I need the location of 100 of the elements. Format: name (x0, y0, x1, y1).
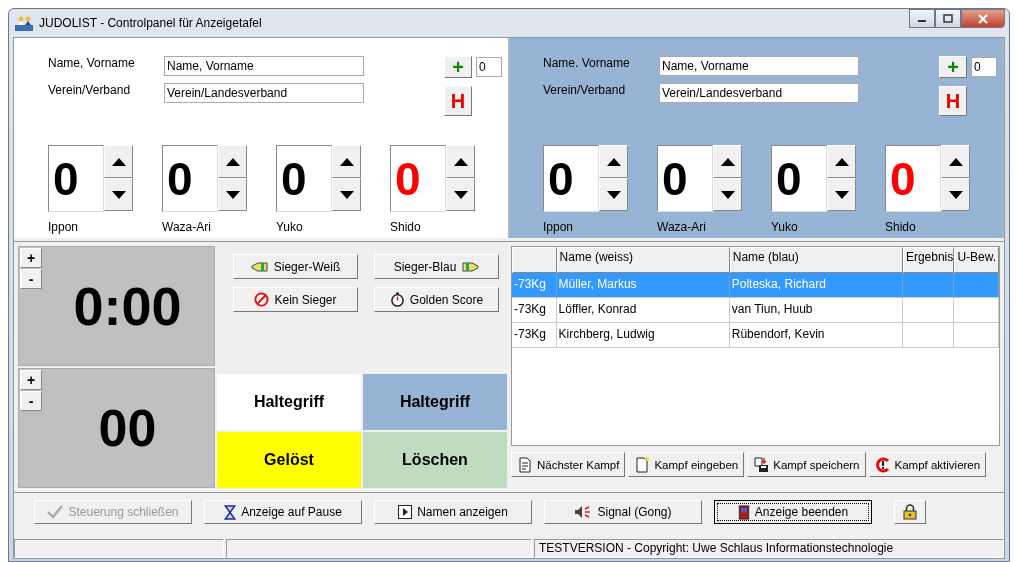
down-arrow-icon (606, 190, 621, 199)
hansoku-button[interactable]: H (444, 86, 472, 116)
decision-button[interactable]: Sieger-Weiß (233, 254, 358, 279)
counter-field[interactable]: 0 (476, 57, 502, 77)
hold-button[interactable]: Löschen (363, 432, 507, 488)
up-arrow-icon (720, 157, 735, 166)
column-header[interactable]: U-Bew. (954, 247, 999, 273)
decrease-button[interactable] (332, 178, 361, 211)
decision-button[interactable]: Sieger-Blau (374, 254, 499, 279)
clock-display: 00 (97, 398, 157, 458)
hold-button[interactable]: Haltegriff (363, 374, 507, 430)
add-button[interactable]: + (444, 56, 472, 78)
close-icon (977, 13, 989, 24)
hourglass-icon (224, 504, 237, 520)
table-cell: -73Kg (512, 273, 557, 298)
hold-button[interactable]: Haltegriff (217, 374, 361, 430)
increase-button[interactable] (827, 145, 856, 178)
table-row[interactable]: -73Kg Löffler, Konrad van Tiun, Huub (512, 298, 999, 323)
minus-button[interactable]: - (20, 269, 42, 289)
table-row[interactable]: -73Kg Kirchberg, Ludwig Rübendorf, Kevin (512, 323, 999, 348)
club-field[interactable]: Verein/Landesverband (164, 83, 364, 103)
status-text: TESTVERSION - Copyright: Uwe Schlaus Informationstechnologie (534, 539, 1004, 558)
score-display: 0 (657, 145, 713, 212)
decrease-button[interactable] (218, 178, 247, 211)
club-label: Verein/Verband (543, 83, 627, 97)
door-icon (737, 504, 750, 520)
save-icon (753, 456, 770, 473)
down-arrow-icon (453, 190, 468, 199)
fight-button[interactable]: Nächster Kampf (511, 452, 626, 477)
stopwatch-icon (389, 292, 405, 307)
fight-button[interactable]: Kampf aktivieren (868, 452, 987, 477)
hansoku-button[interactable]: H (939, 86, 967, 116)
table-cell: Polteska, Richard (729, 273, 903, 298)
minimize-button[interactable] (909, 9, 935, 28)
decrease-button[interactable] (599, 178, 628, 211)
decrease-button[interactable] (941, 178, 970, 211)
score-display: 0 (48, 145, 104, 212)
name-label: Name. Vorname (543, 56, 631, 70)
play-icon (398, 505, 413, 519)
fight-button[interactable]: Kampf speichern (747, 452, 866, 477)
increase-button[interactable] (218, 145, 247, 178)
down-arrow-icon (225, 190, 240, 199)
name-field[interactable]: Name, Vorname (659, 56, 859, 76)
padlock-icon (903, 504, 917, 520)
toolbar-button[interactable]: Namen anzeigen (374, 500, 532, 524)
decision-button[interactable]: Golden Score (374, 287, 499, 312)
decrease-button[interactable] (104, 178, 133, 211)
decrease-button[interactable] (446, 178, 475, 211)
decrease-button[interactable] (713, 178, 742, 211)
score-display: 0 (885, 145, 941, 212)
down-arrow-icon (339, 190, 354, 199)
score-display: 0 (771, 145, 827, 212)
table-cell: Müller, Markus (556, 273, 730, 298)
table-cell: -73Kg (512, 298, 557, 323)
increase-button[interactable] (713, 145, 742, 178)
maximize-icon (943, 14, 953, 23)
column-header[interactable]: Name (blau) (729, 247, 903, 273)
table-cell: Kirchberg, Ludwig (556, 323, 730, 348)
up-arrow-icon (111, 157, 126, 166)
add-button[interactable]: + (939, 56, 967, 78)
hold-button[interactable]: Gelöst (217, 432, 361, 488)
lock-button[interactable] (894, 500, 926, 524)
up-arrow-icon (834, 157, 849, 166)
counter-field[interactable]: 0 (971, 57, 997, 77)
increase-button[interactable] (104, 145, 133, 178)
toolbar-button[interactable]: Anzeige auf Pause (204, 500, 362, 524)
club-field[interactable]: Verein/Landesverband (659, 83, 859, 103)
column-header[interactable]: Ergebnis (902, 247, 955, 273)
refresh-icon (874, 456, 891, 473)
club-label: Verein/Verband (48, 83, 132, 97)
name-label: Name, Vorname (48, 56, 136, 70)
up-arrow-icon (606, 157, 621, 166)
column-header[interactable]: Name (weiss) (556, 247, 730, 273)
score-label: Yuko (276, 220, 304, 234)
no-entry-icon (254, 292, 270, 307)
decision-button[interactable]: Kein Sieger (233, 287, 358, 312)
close-button[interactable] (961, 9, 1005, 28)
toolbar-button[interactable]: Anzeige beenden (714, 500, 872, 524)
score-label: Waza-Ari (657, 220, 707, 234)
name-field[interactable]: Name, Vorname (164, 56, 364, 76)
down-arrow-icon (111, 190, 126, 199)
down-arrow-icon (720, 190, 735, 199)
maximize-button[interactable] (935, 9, 961, 28)
toolbar-button[interactable]: Signal (Gong) (544, 500, 702, 524)
plus-button[interactable]: + (20, 248, 42, 268)
decrease-button[interactable] (827, 178, 856, 211)
window-title: JUDOLIST - Controlpanel für Anzeigetafel (39, 16, 262, 30)
table-cell: van Tiun, Huub (729, 298, 903, 323)
increase-button[interactable] (446, 145, 475, 178)
increase-button[interactable] (941, 145, 970, 178)
up-arrow-icon (948, 157, 963, 166)
increase-button[interactable] (332, 145, 361, 178)
score-label: Shido (390, 220, 422, 234)
increase-button[interactable] (599, 145, 628, 178)
minus-button[interactable]: - (20, 391, 42, 411)
fight-button[interactable]: Kampf eingeben (628, 452, 745, 477)
score-label: Ippon (48, 220, 80, 234)
judoka-icon (15, 15, 33, 31)
plus-button[interactable]: + (20, 370, 42, 390)
table-cell: Rübendorf, Kevin (729, 323, 903, 348)
